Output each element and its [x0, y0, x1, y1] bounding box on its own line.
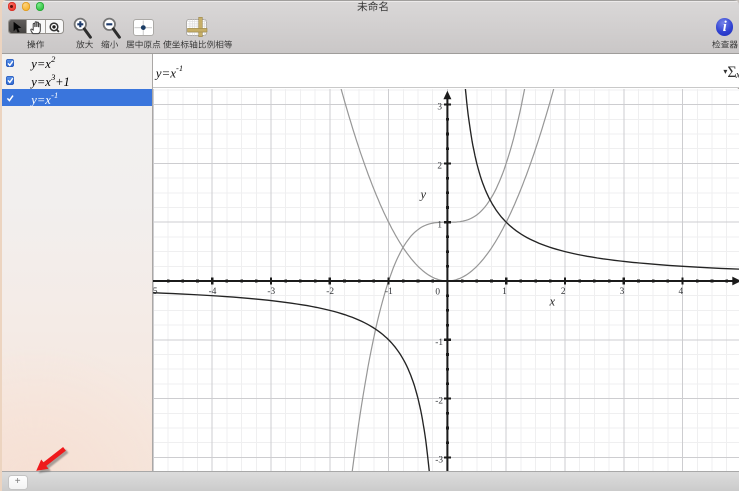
svg-text:y: y — [419, 187, 427, 201]
svg-text:3: 3 — [620, 286, 625, 296]
svg-text:x: x — [549, 294, 556, 308]
svg-text:0: 0 — [435, 287, 440, 297]
svg-text:-1: -1 — [385, 286, 393, 296]
svg-text:-2: -2 — [435, 396, 443, 406]
svg-text:-2: -2 — [326, 286, 334, 296]
svg-text:-5: -5 — [153, 286, 158, 296]
svg-text:-3: -3 — [435, 455, 443, 465]
svg-text:1: 1 — [502, 286, 507, 296]
svg-text:1: 1 — [437, 220, 442, 230]
svg-text:-4: -4 — [209, 286, 217, 296]
svg-text:2: 2 — [561, 286, 566, 296]
svg-text:-1: -1 — [435, 337, 443, 347]
svg-text:2: 2 — [437, 161, 442, 171]
svg-text:3: 3 — [437, 102, 442, 112]
svg-text:-3: -3 — [268, 286, 276, 296]
svg-text:4: 4 — [679, 286, 684, 296]
